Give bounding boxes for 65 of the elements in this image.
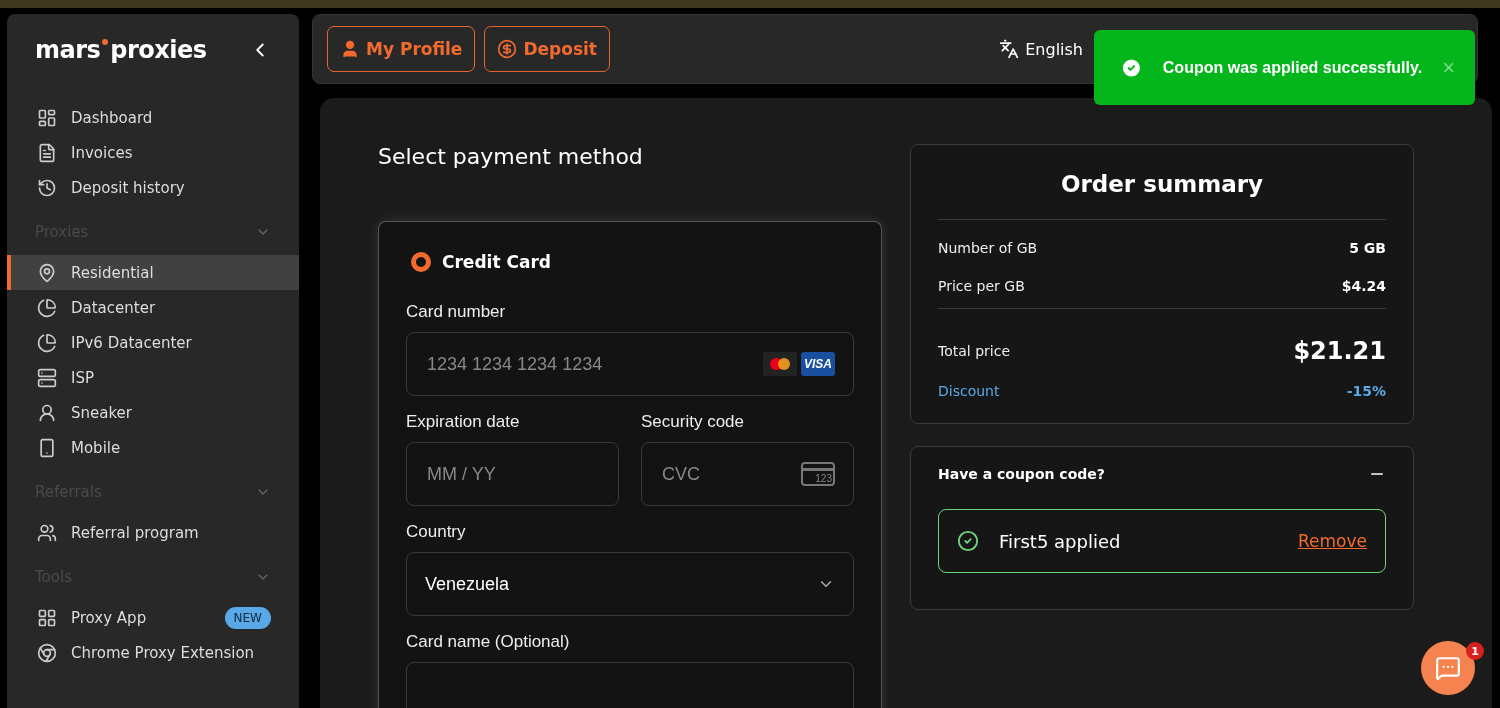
summary-title: Order summary bbox=[938, 171, 1386, 220]
sidebar-item[interactable]: Deposit history bbox=[7, 170, 299, 205]
translate-icon bbox=[999, 39, 1020, 59]
sidebar-item[interactable]: Chrome Proxy Extension bbox=[7, 635, 299, 670]
field-label: Card number bbox=[406, 302, 507, 322]
check-circle-icon bbox=[957, 530, 979, 552]
sidebar-item[interactable]: Proxy App NEW bbox=[7, 600, 299, 635]
summary-label: Price per GB bbox=[938, 278, 1025, 294]
coupon-status: First5 applied bbox=[999, 530, 1122, 552]
dashboard-icon bbox=[37, 107, 57, 128]
language-selector[interactable]: English bbox=[1025, 39, 1083, 59]
chrome-icon bbox=[37, 642, 57, 663]
sidebar-item[interactable]: Datacenter bbox=[7, 290, 299, 325]
sidebar-item[interactable]: Dashboard bbox=[7, 100, 299, 135]
person-icon bbox=[37, 402, 57, 423]
map-pin-icon bbox=[37, 262, 57, 283]
summary-value: $4.24 bbox=[1341, 278, 1386, 294]
sidebar-item[interactable]: Invoices bbox=[7, 135, 299, 170]
field-label: Security code bbox=[641, 412, 745, 432]
logo: mars proxies bbox=[35, 36, 207, 64]
summary-label: Number of GB bbox=[938, 240, 1038, 256]
country-select[interactable]: Venezuela bbox=[406, 552, 854, 616]
phone-icon bbox=[37, 437, 57, 458]
remove-link[interactable]: Remove bbox=[1298, 531, 1367, 551]
sidebar-item[interactable]: Residential bbox=[7, 255, 299, 290]
discount-value: -15% bbox=[1346, 383, 1386, 399]
card-number-field[interactable]: 1234 1234 1234 1234 VISA bbox=[406, 332, 854, 396]
sidebar-item[interactable]: Referral program bbox=[7, 515, 299, 550]
field-label: Expiration date bbox=[406, 412, 521, 432]
deposit-button[interactable]: Deposit bbox=[484, 26, 610, 72]
summary-value: 5 GB bbox=[1349, 240, 1386, 256]
pie-chart-icon bbox=[37, 297, 57, 318]
grid-icon bbox=[37, 607, 57, 628]
expiration-input[interactable]: MM / YY bbox=[425, 462, 600, 486]
summary-label: Total price bbox=[938, 343, 1010, 359]
field-label: Card name (Optional) bbox=[406, 632, 571, 652]
mastercard-icon bbox=[763, 352, 797, 376]
expiration-field[interactable]: MM / YY bbox=[406, 442, 619, 506]
sidebar-item[interactable]: Mobile bbox=[7, 430, 299, 465]
total-value: $21.21 bbox=[1293, 337, 1386, 365]
radio-button[interactable] bbox=[411, 252, 431, 272]
coupon-heading: Have a coupon code? bbox=[938, 466, 1105, 482]
pie-chart-icon bbox=[37, 332, 57, 353]
user-icon bbox=[340, 39, 360, 59]
invoice-icon bbox=[37, 142, 57, 163]
security-code-field[interactable]: CVC 123 bbox=[641, 442, 854, 506]
server-icon bbox=[37, 367, 57, 388]
method-label: Credit Card bbox=[442, 252, 551, 272]
new-badge: NEW bbox=[224, 606, 271, 629]
people-icon bbox=[37, 522, 57, 543]
field-label: Country bbox=[406, 522, 467, 542]
page-title: Select payment method bbox=[378, 144, 644, 169]
security-code-input[interactable]: CVC bbox=[660, 462, 801, 486]
discount-label: Discount bbox=[938, 383, 1000, 399]
card-back-icon: 123 bbox=[801, 462, 835, 486]
card-name-field[interactable] bbox=[406, 662, 854, 708]
sidebar-item[interactable]: IPv6 Datacenter bbox=[7, 325, 299, 360]
sidebar-item[interactable]: ISP bbox=[7, 360, 299, 395]
dollar-icon bbox=[497, 39, 518, 59]
sidebar-item[interactable]: Sneaker bbox=[7, 395, 299, 430]
chat-icon bbox=[1435, 655, 1461, 681]
toast-message: Coupon was applied successfully. bbox=[1162, 58, 1423, 77]
profile-button[interactable]: My Profile bbox=[327, 26, 476, 72]
visa-logo: VISA bbox=[801, 352, 835, 376]
card-number-input[interactable]: 1234 1234 1234 1234 bbox=[425, 352, 759, 376]
